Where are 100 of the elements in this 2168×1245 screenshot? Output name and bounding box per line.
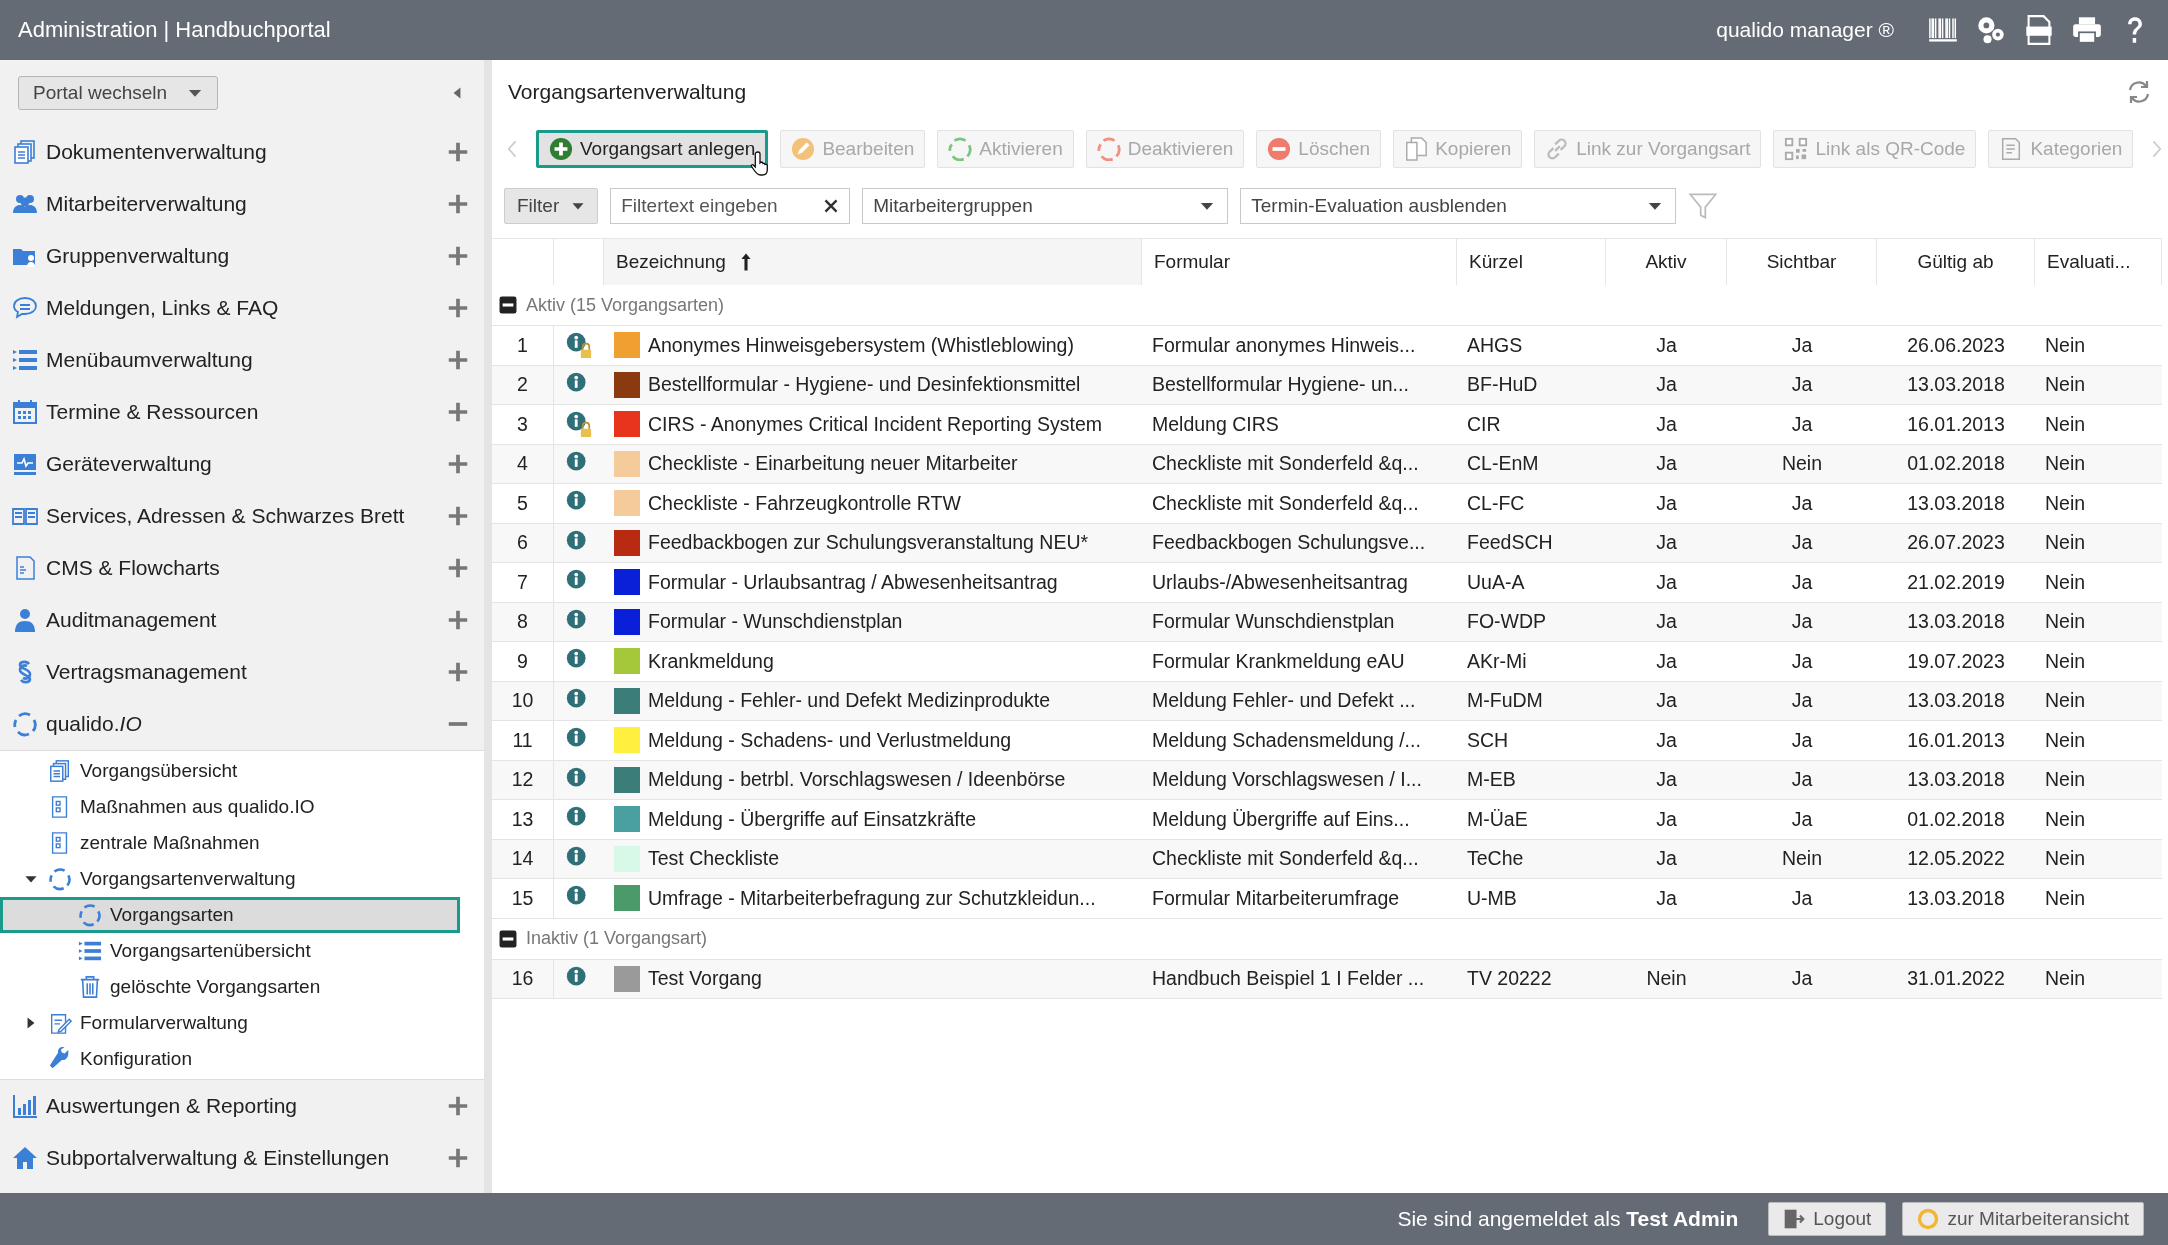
expand-icon[interactable] bbox=[446, 1146, 470, 1170]
table-cell: Ja bbox=[1656, 847, 1677, 871]
nav-item[interactable]: qualido.IO bbox=[46, 712, 438, 736]
tree-item[interactable]: Konfiguration bbox=[0, 1041, 460, 1077]
nav-item[interactable]: CMS & Flowcharts bbox=[46, 556, 438, 580]
row-number: 7 bbox=[517, 570, 528, 594]
row-number: 15 bbox=[511, 886, 534, 910]
table-cell: Umfrage - Mitarbeiterbefragung zur Schutzkleidun... bbox=[648, 886, 1096, 910]
portal-select[interactable]: Portal wechseln bbox=[18, 76, 219, 110]
tree-item[interactable]: Formularverwaltung bbox=[0, 1005, 460, 1041]
column-header[interactable]: Evaluati... bbox=[2047, 251, 2131, 273]
cycle-icon bbox=[948, 137, 973, 161]
nav-item[interactable]: Auswertungen & Reporting bbox=[46, 1094, 438, 1118]
expand-icon[interactable] bbox=[446, 504, 470, 528]
barcode-icon[interactable] bbox=[1928, 15, 1958, 45]
table-cell: Nein bbox=[2045, 847, 2086, 871]
table-row[interactable]: 1 Anonymes Hinweisgebersystem (Whistleblowing) Formular anonymes Hinweis... AHGS Ja Ja 26.06.2023 Nein bbox=[492, 326, 2162, 366]
nav-item[interactable]: Menübaumverwaltung bbox=[46, 348, 438, 372]
logout-button[interactable]: Logout bbox=[1768, 1202, 1887, 1236]
table-row[interactable]: 7 Formular - Urlaubsantrag / Abwesenheitsantrag Urlaubs-/Abwesenheitsantrag UuA-A Ja Ja 21.02.2019 Nein bbox=[492, 563, 2162, 603]
group-select[interactable]: Mitarbeitergruppen bbox=[862, 188, 1229, 224]
column-header[interactable]: Gültig ab bbox=[1917, 251, 1994, 273]
tree-item[interactable]: Vorgangsartenverwaltung bbox=[0, 861, 460, 897]
expand-icon[interactable] bbox=[446, 452, 470, 476]
expand-icon[interactable] bbox=[446, 608, 470, 632]
expand-icon[interactable] bbox=[446, 348, 470, 372]
row-number: 13 bbox=[511, 807, 534, 831]
app-title: Administration | Handbuchportal bbox=[18, 17, 332, 43]
expand-icon[interactable] bbox=[446, 660, 470, 684]
table-row[interactable]: 9 Krankmeldung Formular Krankmeldung eAU AKr-Mi Ja Ja 19.07.2023 Nein bbox=[492, 642, 2162, 682]
tree-item[interactable]: Vorgangsübersicht bbox=[0, 753, 460, 789]
filter-text-field[interactable]: Filtertext eingeben bbox=[610, 188, 851, 224]
nav-item[interactable]: Services, Adressen & Schwarzes Brett bbox=[46, 504, 438, 528]
table-cell: Ja bbox=[1656, 373, 1677, 397]
table-cell: Meldung Fehler- und Defekt ... bbox=[1152, 689, 1416, 713]
column-header[interactable]: Formular bbox=[1154, 251, 1230, 273]
table-row[interactable]: 2 Bestellformular - Hygiene- und Desinfektionsmittel Bestellformular Hygiene- un... BF-HuD Ja Ja 13.03.2018 Nein bbox=[492, 365, 2162, 405]
table-cell: SCH bbox=[1467, 728, 1509, 752]
tree-item[interactable]: gelöschte Vorgangsarten bbox=[0, 969, 460, 1005]
column-header[interactable]: Sichtbar bbox=[1766, 251, 1837, 273]
filter-button[interactable]: Filter bbox=[504, 188, 599, 224]
nav-item[interactable]: Mitarbeiterverwaltung bbox=[46, 192, 438, 216]
table-row[interactable]: 13 Meldung - Übergriffe auf Einsatzkräfte Meldung Übergriffe auf Eins... M-ÜaE Ja Ja 01.02.2018 Nein bbox=[492, 800, 2162, 840]
collapse-icon[interactable] bbox=[498, 928, 518, 949]
tree-item[interactable]: zentrale Maßnahmen bbox=[0, 825, 460, 861]
table-cell: Nein bbox=[1781, 847, 1823, 871]
tree-item[interactable]: Vorgangsarten bbox=[0, 897, 460, 933]
table-cell: 31.01.2022 bbox=[1907, 967, 2005, 991]
expand-icon[interactable] bbox=[446, 244, 470, 268]
tree-item[interactable]: Maßnahmen aus qualido.IO bbox=[0, 789, 460, 825]
table-row[interactable]: 12 Meldung - betrbl. Vorschlagswesen / Ideenbörse Meldung Vorschlagswesen / I... M-EB Ja Ja 13.03.2018 Nein bbox=[492, 760, 2162, 800]
column-header[interactable]: Kürzel bbox=[1469, 251, 1523, 273]
cycle-icon bbox=[1096, 137, 1121, 161]
nav-item[interactable]: Gruppenverwaltung bbox=[46, 244, 438, 268]
table-row[interactable]: 3 CIRS - Anonymes Critical Incident Reporting System Meldung CIRS CIR Ja Ja 16.01.2013 Nein bbox=[492, 405, 2162, 445]
nav-item[interactable]: Termine & Ressourcen bbox=[46, 400, 438, 424]
table-cell: Formular anonymes Hinweis... bbox=[1152, 333, 1416, 357]
refresh-icon[interactable] bbox=[2126, 79, 2152, 105]
table-cell: Ja bbox=[1791, 412, 1813, 436]
table-cell: Meldung Schadensmeldung /... bbox=[1152, 728, 1421, 752]
nav-item[interactable]: Geräteverwaltung bbox=[46, 452, 438, 476]
expand-icon[interactable] bbox=[446, 296, 470, 320]
nav-item[interactable]: Auditmanagement bbox=[46, 608, 438, 632]
table-row[interactable]: 14 Test Checkliste Checkliste mit Sonderfeld &q... TeChe Ja Nein 12.05.2022 Nein bbox=[492, 839, 2162, 879]
table-cell: Formular - Wunschdienstplan bbox=[648, 610, 903, 634]
row-number: 10 bbox=[511, 689, 534, 713]
table-row[interactable]: 6 Feedbackbogen zur Schulungsveranstaltung NEU* Feedbackbogen Schulungsve... FeedSCH Ja Ja 26.07.2023 Nein bbox=[492, 523, 2162, 563]
table-cell: Checkliste - Einarbeitung neuer Mitarbeiter bbox=[648, 452, 1018, 476]
settings-icon[interactable] bbox=[1976, 15, 2006, 45]
evaluation-select[interactable]: Termin-Evaluation ausblenden bbox=[1240, 188, 1677, 224]
table-row[interactable]: 16 Test Vorgang Handbuch Beispiel 1 I Felder ... TV 20222 Nein Ja 31.01.2022 Nein bbox=[492, 959, 2162, 999]
column-header[interactable]: Aktiv bbox=[1645, 251, 1687, 273]
nav-item[interactable]: Meldungen, Links & FAQ bbox=[46, 296, 438, 320]
expand-icon[interactable] bbox=[446, 556, 470, 580]
tree-item[interactable]: Vorgangsartenübersicht bbox=[0, 933, 460, 969]
table-row[interactable]: 5 Checkliste - Fahrzeugkontrolle RTW Checkliste mit Sonderfeld &q... CL-FC Ja Ja 13.03.2018 Nein bbox=[492, 484, 2162, 524]
table-cell: Anonymes Hinweisgebersystem (Whistleblowing) bbox=[648, 333, 1074, 357]
table-row[interactable]: 10 Meldung - Fehler- und Defekt Medizinprodukte Meldung Fehler- und Defekt ... M-FuDM Ja Ja 13.03.2018 Nein bbox=[492, 681, 2162, 721]
table-cell: 13.03.2018 bbox=[1907, 373, 2005, 397]
table-cell: Ja bbox=[1656, 886, 1677, 910]
table-row[interactable]: 15 Umfrage - Mitarbeiterbefragung zur Schutzkleidun... Formular Mitarbeiterumfrage U-MB Ja Ja 13.03.2018 Nein bbox=[492, 879, 2162, 919]
chart-icon bbox=[12, 1093, 38, 1119]
table-row[interactable]: 8 Formular - Wunschdienstplan Formular Wunschdienstplan FO-WDP Ja Ja 13.03.2018 Nein bbox=[492, 602, 2162, 642]
column-header[interactable]: Bezeichnung bbox=[616, 251, 726, 273]
table-cell: Handbuch Beispiel 1 I Felder ... bbox=[1152, 967, 1425, 991]
table-row[interactable]: 11 Meldung - Schadens- und Verlustmeldung Meldung Schadensmeldung /... SCH Ja Ja 16.01.2013 Nein bbox=[492, 721, 2162, 761]
printer-icon[interactable] bbox=[2072, 15, 2102, 45]
expand-icon[interactable] bbox=[446, 192, 470, 216]
collapse-icon[interactable] bbox=[498, 295, 518, 315]
nav-item[interactable]: Dokumentenverwaltung bbox=[46, 140, 438, 164]
expand-icon[interactable] bbox=[446, 1094, 470, 1118]
table-cell: Ja bbox=[1656, 412, 1677, 436]
nav-item[interactable]: Subportalverwaltung & Einstellungen bbox=[46, 1146, 438, 1170]
nav-item[interactable]: Vertragsmanagement bbox=[46, 660, 438, 684]
table-cell: Nein bbox=[2045, 967, 2086, 991]
expand-icon[interactable] bbox=[446, 140, 470, 164]
table-cell: Meldung Übergriffe auf Eins... bbox=[1152, 807, 1410, 831]
expand-icon[interactable] bbox=[446, 400, 470, 424]
employee-view-button[interactable]: zur Mitarbeiteransicht bbox=[1902, 1202, 2144, 1236]
table-row[interactable]: 4 Checkliste - Einarbeitung neuer Mitarbeiter Checkliste mit Sonderfeld &q... CL-EnM Ja Nein 01.02.2018 Nein bbox=[492, 444, 2162, 484]
